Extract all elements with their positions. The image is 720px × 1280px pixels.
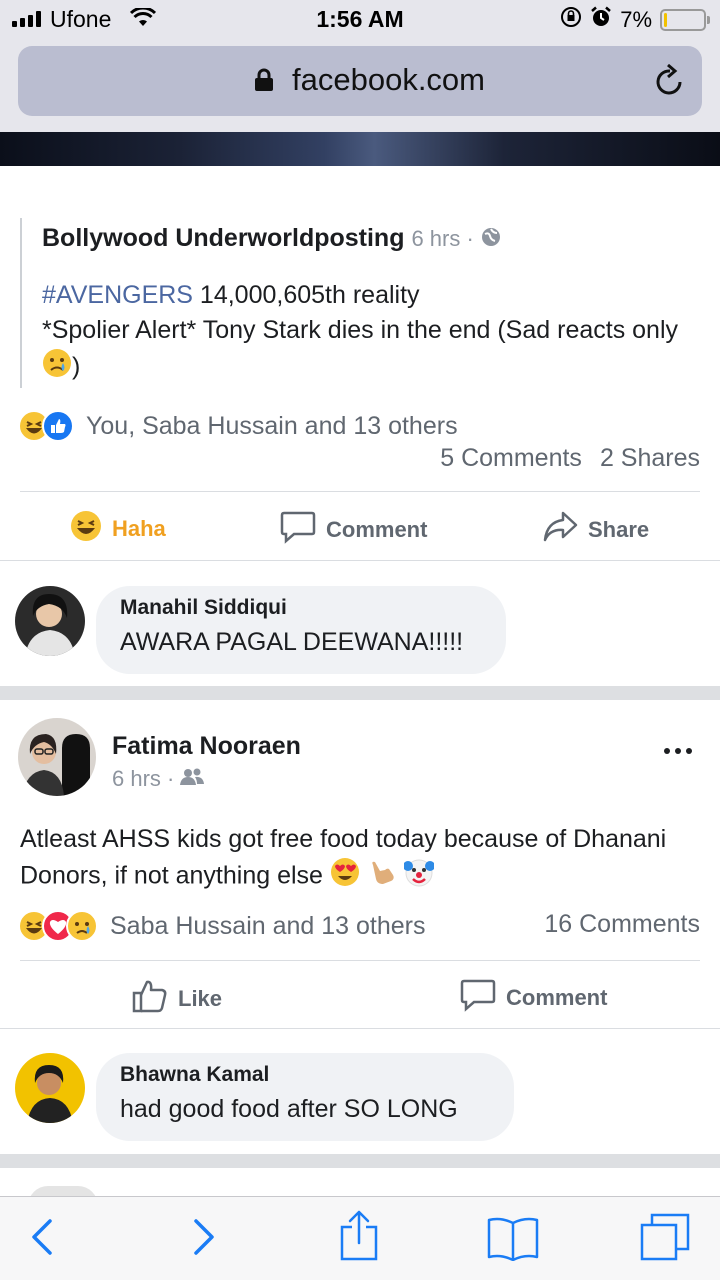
divider [20, 960, 700, 961]
share-label: Share [588, 517, 650, 542]
avatar[interactable] [18, 718, 96, 796]
post-time: 6 hrs · [112, 766, 175, 791]
shared-post-meta: 6 hrs · [411, 226, 474, 251]
like-reaction-icon [42, 410, 74, 442]
share-icon [542, 510, 578, 550]
orientation-lock-icon [560, 6, 582, 34]
comment-icon [460, 978, 496, 1018]
share-sheet-icon[interactable] [338, 1209, 380, 1266]
friends-icon [180, 766, 205, 792]
comment-icon [280, 510, 316, 550]
comment-label: Comment [326, 517, 428, 542]
cover-image-strip [0, 132, 720, 166]
comment-button[interactable]: Comment [460, 978, 607, 1018]
reactions-summary[interactable]: Saba Hussain and 13 others [18, 906, 426, 946]
divider [20, 491, 700, 492]
like-label: Like [178, 986, 223, 1011]
address-bar[interactable]: facebook.com [18, 46, 702, 116]
reload-icon[interactable] [654, 63, 686, 103]
url-text: facebook.com [292, 62, 485, 97]
comment-text: AWARA PAGAL DEEWANA!!!!! [120, 628, 464, 656]
comment-bubble[interactable]: Manahil Siddiqui AWARA PAGAL DEEWANA!!!!… [96, 586, 506, 674]
reactions-summary[interactable]: You, Saba Hussain and 13 others [18, 406, 458, 446]
tabs-icon[interactable] [640, 1213, 690, 1266]
shares-count[interactable]: 2 Shares [600, 444, 700, 472]
comment-label: Comment [506, 985, 608, 1010]
divider [0, 560, 720, 561]
like-icon [132, 978, 168, 1020]
shared-post-line2: *Spolier Alert* Tony Stark dies in the e… [42, 315, 678, 344]
post-separator [0, 686, 720, 700]
browser-toolbar [0, 1196, 720, 1280]
comments-count[interactable]: 5 Comments [440, 444, 582, 472]
call-me-hand-emoji-icon [367, 857, 397, 897]
comment-button[interactable]: Comment [280, 510, 427, 550]
comment-bubble[interactable]: Bhawna Kamal had good food after SO LONG [96, 1053, 514, 1141]
battery-icon [660, 9, 710, 31]
comment-author[interactable]: Manahil Siddiqui [120, 596, 482, 620]
status-bar: Ufone 1:56 AM 7% [0, 0, 720, 40]
avatar[interactable] [15, 586, 85, 656]
shared-post[interactable]: Bollywood Underworldposting 6 hrs · #AVE… [20, 218, 680, 388]
post-separator [0, 1154, 720, 1168]
post-meta: 6 hrs · [112, 766, 205, 792]
post-text: Atleast AHSS kids got free food today be… [20, 822, 700, 897]
lock-icon [254, 68, 274, 97]
like-button[interactable]: Like [132, 978, 222, 1020]
alarm-icon [590, 6, 612, 34]
clown-emoji-icon [402, 857, 435, 897]
haha-label: Haha [112, 516, 166, 541]
haha-button[interactable]: Haha [70, 510, 166, 548]
reactions-text: Saba Hussain and 13 others [110, 911, 426, 940]
reactions-text: You, Saba Hussain and 13 others [86, 411, 458, 440]
haha-icon [70, 510, 102, 548]
post1-counts: 5 Comments 2 Shares [440, 444, 700, 473]
forward-icon[interactable] [190, 1215, 218, 1264]
divider [0, 1028, 720, 1029]
globe-icon [481, 225, 501, 254]
avatar[interactable] [15, 1053, 85, 1123]
comments-count[interactable]: 16 Comments [544, 910, 700, 939]
hashtag-link[interactable]: #AVENGERS [42, 281, 193, 309]
battery-percent: 7% [620, 7, 652, 32]
sad-emoji-icon [42, 348, 72, 388]
back-icon[interactable] [28, 1215, 56, 1264]
shared-post-line2-end: ) [72, 352, 81, 381]
more-options-icon[interactable] [664, 748, 692, 754]
shared-post-line1: 14,000,605th reality [192, 280, 420, 309]
sad-reaction-icon [66, 910, 98, 942]
post-author[interactable]: Fatima Nooraen [112, 732, 301, 761]
comment-text: had good food after SO LONG [120, 1095, 458, 1123]
bookmarks-icon[interactable] [486, 1215, 540, 1266]
comment-author[interactable]: Bhawna Kamal [120, 1063, 490, 1087]
browser-chrome: Ufone 1:56 AM 7% facebook.com [0, 0, 720, 132]
shared-post-author[interactable]: Bollywood Underworldposting [42, 224, 404, 252]
share-button[interactable]: Share [542, 510, 649, 550]
heart-eyes-emoji-icon [330, 857, 360, 897]
